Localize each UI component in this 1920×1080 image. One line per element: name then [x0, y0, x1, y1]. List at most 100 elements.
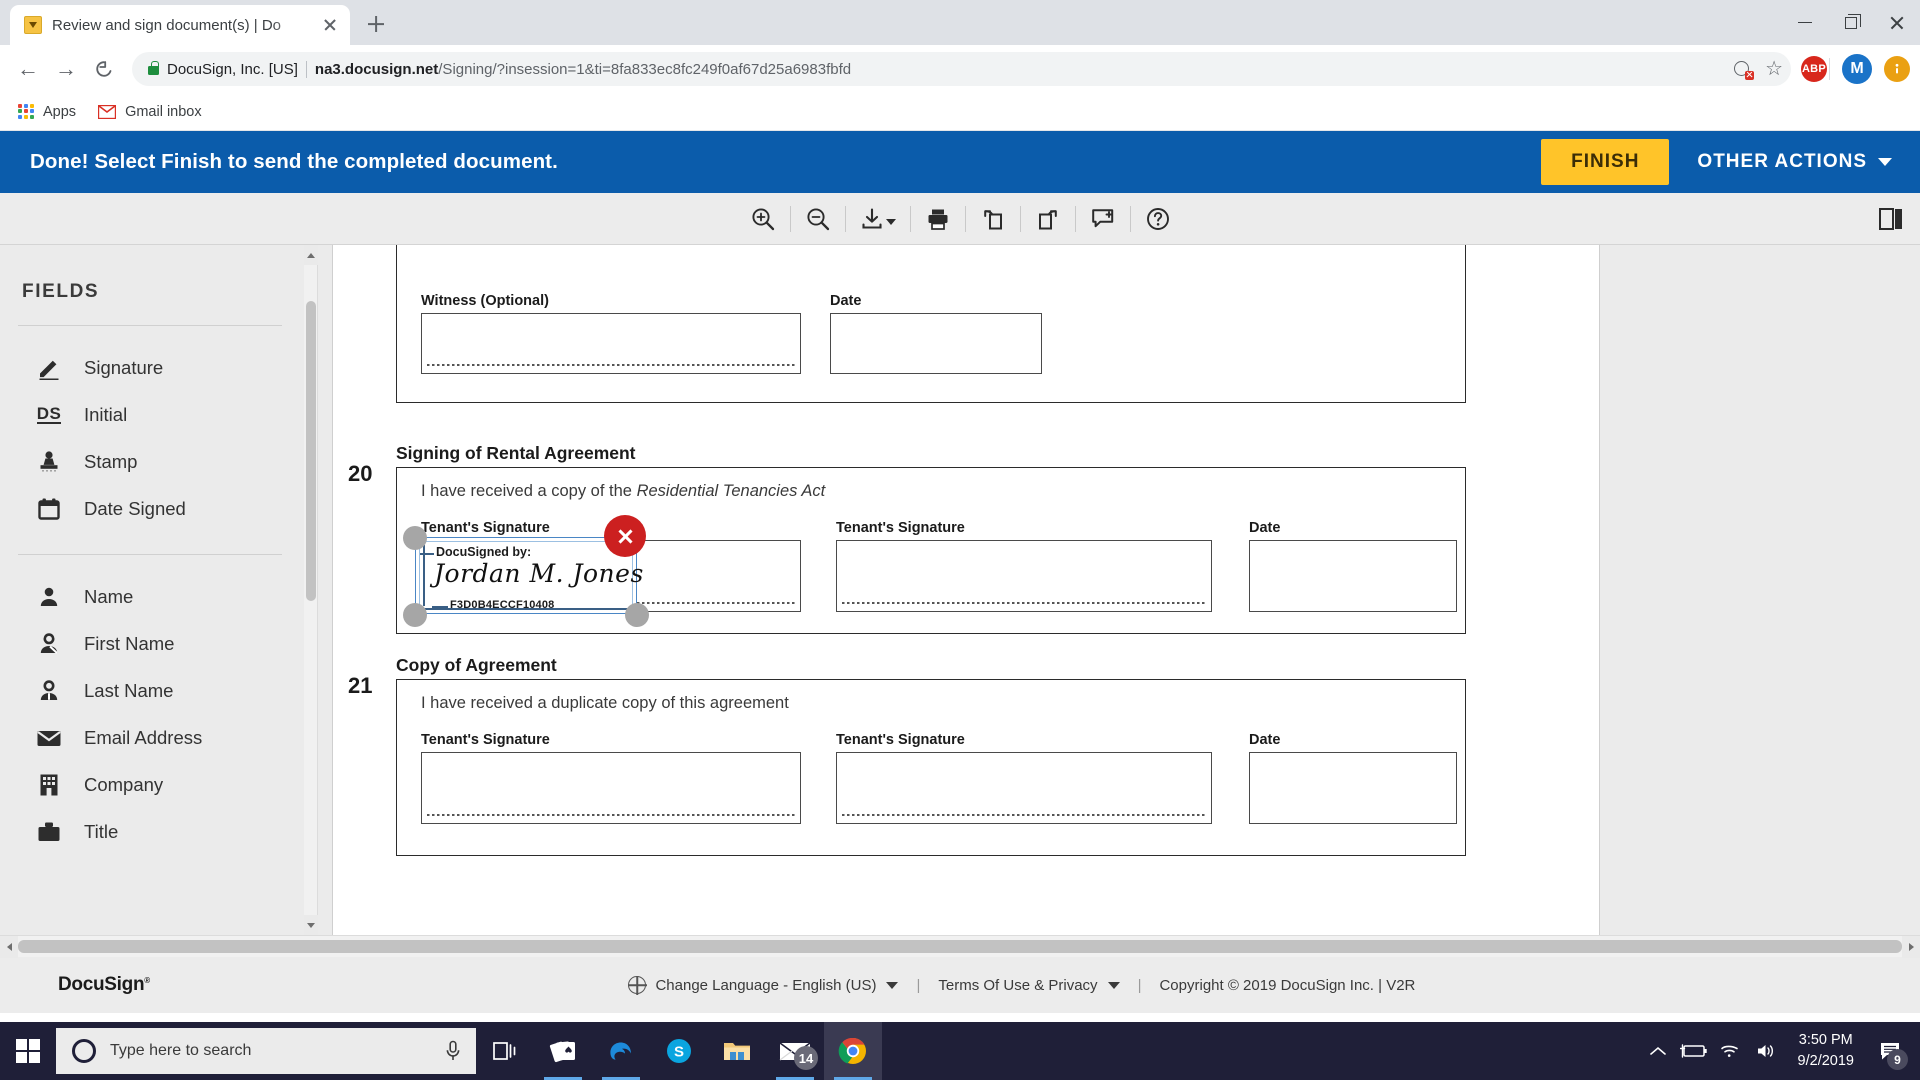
notification-center-icon[interactable]: 9 [1868, 1022, 1912, 1080]
document-vertical-scrollbar[interactable] [304, 245, 318, 935]
windows-start-icon[interactable] [0, 1022, 56, 1080]
field-item-signature[interactable]: Signature [0, 344, 300, 391]
field-item-stamp[interactable]: Stamp [0, 438, 300, 485]
statement-text: I have received a copy of the [421, 482, 637, 500]
wifi-icon[interactable] [1712, 1022, 1748, 1080]
fields-sidebar: FIELDS Signature DS Initial St [0, 245, 300, 935]
tab-close-icon[interactable] [320, 15, 340, 35]
reload-icon[interactable] [86, 51, 122, 87]
browser-tab[interactable]: Review and sign document(s) | Do [10, 5, 350, 45]
scroll-left-button[interactable] [0, 936, 18, 958]
person-last-icon [36, 678, 62, 704]
hscrollbar-thumb[interactable] [18, 940, 1902, 953]
field-item-email-address[interactable]: Email Address [0, 714, 300, 761]
section-20-signature-2-group: Tenant's Signature [836, 520, 1212, 612]
chevron-down-icon [1108, 982, 1120, 989]
document-content: Witness (Optional) Date Signing of Renta… [333, 245, 1599, 935]
resize-handle-bottom-left[interactable] [403, 603, 427, 627]
delete-icon[interactable] [604, 515, 646, 557]
field-label: Date Signed [84, 498, 186, 520]
cortana-circle-icon[interactable] [72, 1039, 96, 1063]
witness-input-box[interactable] [421, 313, 801, 374]
forward-arrow-icon[interactable]: → [48, 51, 84, 87]
scrollbar-thumb[interactable] [306, 301, 316, 601]
apps-grid-icon [18, 104, 34, 120]
gmail-bookmark[interactable]: Gmail inbox [98, 104, 202, 120]
placed-signature-field[interactable]: DocuSigned by: Jordan M. Jones F3D0B4ECC… [415, 537, 637, 614]
field-item-initial[interactable]: DS Initial [0, 391, 300, 438]
field-item-date-signed[interactable]: Date Signed [0, 485, 300, 532]
tenant-signature-box-4[interactable] [836, 752, 1212, 824]
date-label: Date [1249, 732, 1457, 748]
update-alert-icon[interactable] [1884, 56, 1910, 82]
tenant-signature-box-2[interactable] [836, 540, 1212, 612]
file-explorer-icon[interactable] [708, 1022, 766, 1080]
signature-line [427, 814, 795, 816]
rotate-right-icon[interactable] [1021, 199, 1075, 239]
zoom-out-icon[interactable] [791, 199, 845, 239]
back-arrow-icon[interactable]: ← [10, 51, 46, 87]
section-21-heading: Copy of Agreement [396, 655, 557, 676]
microphone-icon[interactable] [444, 1040, 462, 1062]
date-box-21[interactable] [1249, 752, 1457, 824]
lock-icon [148, 66, 159, 75]
field-item-first-name[interactable]: First Name [0, 620, 300, 667]
search-input[interactable]: Type here to search [56, 1028, 476, 1074]
help-icon[interactable] [1131, 199, 1185, 239]
tab-strip: Review and sign document(s) | Do [0, 0, 1920, 45]
profile-avatar[interactable]: M [1842, 54, 1872, 84]
print-icon[interactable] [911, 199, 965, 239]
change-language-link[interactable]: Change Language - English (US) [655, 977, 876, 994]
person-icon [36, 584, 62, 610]
field-item-title[interactable]: Title [0, 808, 300, 855]
footer-separator: | [916, 977, 920, 994]
docusign-logo: DocuSign [26, 974, 150, 996]
witness-date-input-box[interactable] [830, 313, 1042, 374]
scroll-up-button[interactable] [304, 245, 318, 265]
adblock-plus-icon[interactable]: ABP [1801, 56, 1827, 82]
resize-handle-bottom-right[interactable] [625, 603, 649, 627]
signing-workspace: FIELDS Signature DS Initial St [0, 245, 1920, 935]
finish-button[interactable]: FINISH [1541, 139, 1669, 185]
scroll-right-button[interactable] [1902, 936, 1920, 958]
resize-handle-top-left[interactable] [403, 526, 427, 550]
skype-icon[interactable]: S [650, 1022, 708, 1080]
maximize-button[interactable] [1828, 0, 1874, 45]
toolbar-divider [1829, 58, 1830, 80]
download-icon[interactable] [846, 199, 910, 239]
bookmark-star-icon[interactable]: ☆ [1765, 59, 1783, 79]
field-item-company[interactable]: Company [0, 761, 300, 808]
camera-blocked-icon[interactable] [1734, 60, 1753, 79]
task-view-icon[interactable] [476, 1022, 534, 1080]
document-horizontal-scrollbar[interactable] [0, 935, 1920, 957]
edge-icon[interactable] [592, 1022, 650, 1080]
zoom-in-icon[interactable] [736, 199, 790, 239]
show-hidden-icons-icon[interactable] [1640, 1022, 1676, 1080]
minimize-button[interactable] [1782, 0, 1828, 45]
browser-navigation-bar: ← → DocuSign, Inc. [US] na3.docusign.net… [0, 45, 1920, 93]
solitaire-icon[interactable] [534, 1022, 592, 1080]
rotate-left-icon[interactable] [966, 199, 1020, 239]
battery-charging-icon[interactable] [1676, 1022, 1712, 1080]
address-bar[interactable]: DocuSign, Inc. [US] na3.docusign.net/Sig… [132, 52, 1791, 86]
other-actions-button[interactable]: OTHER ACTIONS [1697, 151, 1892, 173]
date-box-20[interactable] [1249, 540, 1457, 612]
field-item-last-name[interactable]: Last Name [0, 667, 300, 714]
system-clock[interactable]: 3:50 PM 9/2/2019 [1784, 1030, 1868, 1072]
scroll-down-button[interactable] [304, 915, 318, 935]
volume-icon[interactable] [1748, 1022, 1784, 1080]
field-item-name[interactable]: Name [0, 573, 300, 620]
mail-icon[interactable]: 14 [766, 1022, 824, 1080]
apps-bookmark[interactable]: Apps [18, 104, 76, 120]
terms-privacy-link[interactable]: Terms Of Use & Privacy [938, 977, 1097, 994]
url-text: na3.docusign.net/Signing/?insession=1&ti… [315, 61, 1716, 78]
witness-field-group: Witness (Optional) [421, 293, 801, 374]
witness-date-label: Date [830, 293, 1042, 309]
close-window-button[interactable] [1874, 0, 1920, 45]
signature-line [842, 602, 1206, 604]
toggle-panel-icon[interactable] [1862, 199, 1920, 239]
chrome-icon[interactable] [824, 1022, 882, 1080]
add-comment-icon[interactable] [1076, 199, 1130, 239]
new-tab-button[interactable] [358, 6, 394, 42]
tenant-signature-box-3[interactable] [421, 752, 801, 824]
